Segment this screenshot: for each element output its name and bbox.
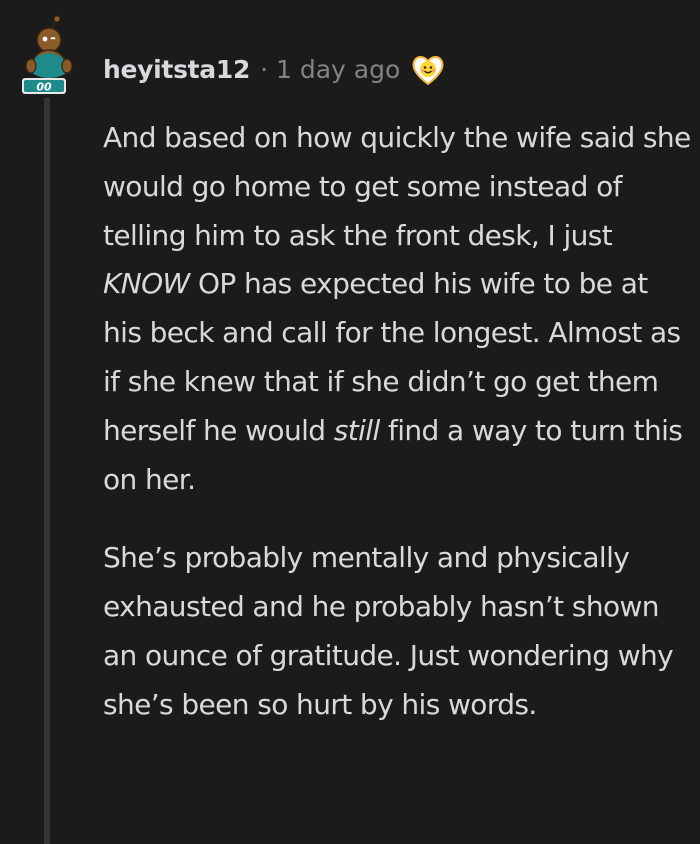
emphasis-text: still [333,413,381,447]
thread-collapse-line[interactable] [44,98,50,844]
comment-header: heyitsta12 · 1 day ago [103,52,446,86]
emphasis-text: KNOW [103,267,190,301]
comment: 00 heyitsta12 · 1 day ago And based on h… [0,0,700,844]
paragraph-text: She’s probably mentally and physically e… [103,541,674,721]
svg-text:00: 00 [36,81,52,94]
comment-paragraph: And based on how quickly the wife said s… [103,114,693,504]
meta-separator: · [260,54,269,84]
comment-paragraph: She’s probably mentally and physically e… [103,534,693,729]
snoo-avatar-icon[interactable]: 00 [16,14,78,96]
comment-body: And based on how quickly the wife said s… [103,114,693,760]
username-link[interactable]: heyitsta12 [103,55,250,84]
wholesome-award-icon[interactable] [410,51,446,87]
paragraph-text: And based on how quickly the wife said s… [103,121,691,252]
comment-timestamp[interactable]: 1 day ago [276,55,400,84]
